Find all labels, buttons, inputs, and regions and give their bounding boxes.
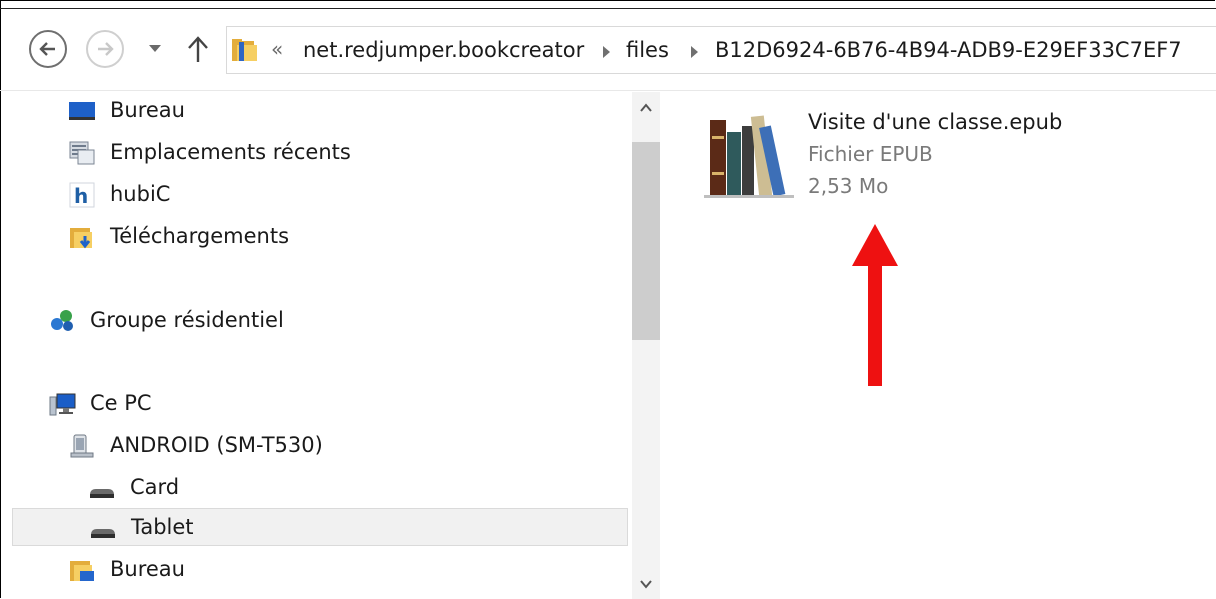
tree-item-label: Téléchargements	[110, 224, 290, 248]
navigation-bar: « net.redjumper.bookcreator files B12D69…	[0, 8, 1216, 87]
tree-scrollbar[interactable]	[632, 92, 660, 599]
hubic-icon: h	[69, 182, 95, 208]
navigation-pane: Bureau Emplacements récents h hubiC Télé…	[0, 92, 632, 599]
breadcrumb-separator-icon[interactable]	[603, 46, 610, 58]
recent-locations-button[interactable]	[146, 39, 164, 57]
folder-icon	[232, 39, 257, 61]
tree-item-label: Tablet	[131, 515, 194, 539]
breadcrumb-guid-folder[interactable]: B12D6924-6B76-4B94-ADB9-E29EF33C7EF7	[715, 38, 1182, 62]
file-size: 2,53 Mo	[808, 174, 889, 198]
file-type: Fichier EPUB	[808, 142, 933, 166]
recent-places-icon	[69, 141, 95, 165]
tree-item-label: Emplacements récents	[110, 140, 351, 164]
forward-arrow-icon	[98, 42, 114, 56]
tree-item-label: Bureau	[110, 98, 185, 122]
breadcrumb-files[interactable]: files	[626, 38, 669, 62]
tree-item-card[interactable]: Card	[12, 469, 628, 507]
tree-item-bureau-device[interactable]: Bureau	[12, 551, 628, 589]
tree-item-bureau[interactable]: Bureau	[12, 92, 628, 130]
tree-item-label: Card	[130, 475, 180, 499]
epub-books-icon	[704, 115, 794, 198]
homegroup-icon	[51, 310, 73, 331]
computer-icon	[49, 393, 76, 416]
tree-item-groupe-residentiel[interactable]: Groupe résidentiel	[12, 302, 628, 340]
back-arrow-icon	[39, 42, 55, 56]
tree-item-hubic[interactable]: h hubiC	[12, 176, 628, 214]
desktop-folder-icon	[70, 561, 94, 581]
tree-item-label: Groupe résidentiel	[90, 308, 284, 332]
downloads-folder-icon	[70, 228, 92, 249]
up-button[interactable]	[186, 35, 210, 63]
tree-item-android[interactable]: ANDROID (SM-T530)	[12, 427, 628, 465]
file-item[interactable]: Visite d'une classe.epub Fichier EPUB 2,…	[700, 108, 1180, 208]
breadcrumb-separator-icon[interactable]	[691, 46, 698, 58]
tree-item-label: Ce PC	[90, 391, 152, 415]
tree-item-emplacements-recents[interactable]: Emplacements récents	[12, 134, 628, 172]
red-arrow-annotation	[852, 224, 898, 386]
breadcrumb-bookcreator[interactable]: net.redjumper.bookcreator	[303, 38, 584, 62]
tree-item-label: ANDROID (SM-T530)	[110, 433, 323, 457]
scroll-down-icon[interactable]	[640, 578, 652, 590]
file-name: Visite d'une classe.epub	[808, 110, 1063, 134]
address-bar[interactable]: « net.redjumper.bookcreator files B12D69…	[226, 26, 1216, 74]
svg-text:h: h	[74, 184, 88, 208]
tree-item-label: hubiC	[110, 182, 171, 206]
android-device-icon	[70, 434, 94, 458]
desktop-icon	[69, 102, 95, 120]
storage-drive-icon	[91, 529, 115, 538]
tree-item-telechargements[interactable]: Téléchargements	[12, 218, 628, 256]
storage-drive-icon	[90, 489, 114, 498]
tree-item-label: Bureau	[110, 557, 185, 581]
scrollbar-thumb[interactable]	[632, 142, 660, 340]
forward-button[interactable]	[86, 30, 124, 68]
scroll-up-icon[interactable]	[640, 102, 652, 114]
breadcrumb-overflow[interactable]: «	[271, 37, 283, 61]
tree-item-tablet[interactable]: Tablet	[12, 508, 628, 546]
divider	[0, 90, 1216, 91]
back-button[interactable]	[29, 30, 67, 68]
tree-item-ce-pc[interactable]: Ce PC	[12, 385, 628, 423]
